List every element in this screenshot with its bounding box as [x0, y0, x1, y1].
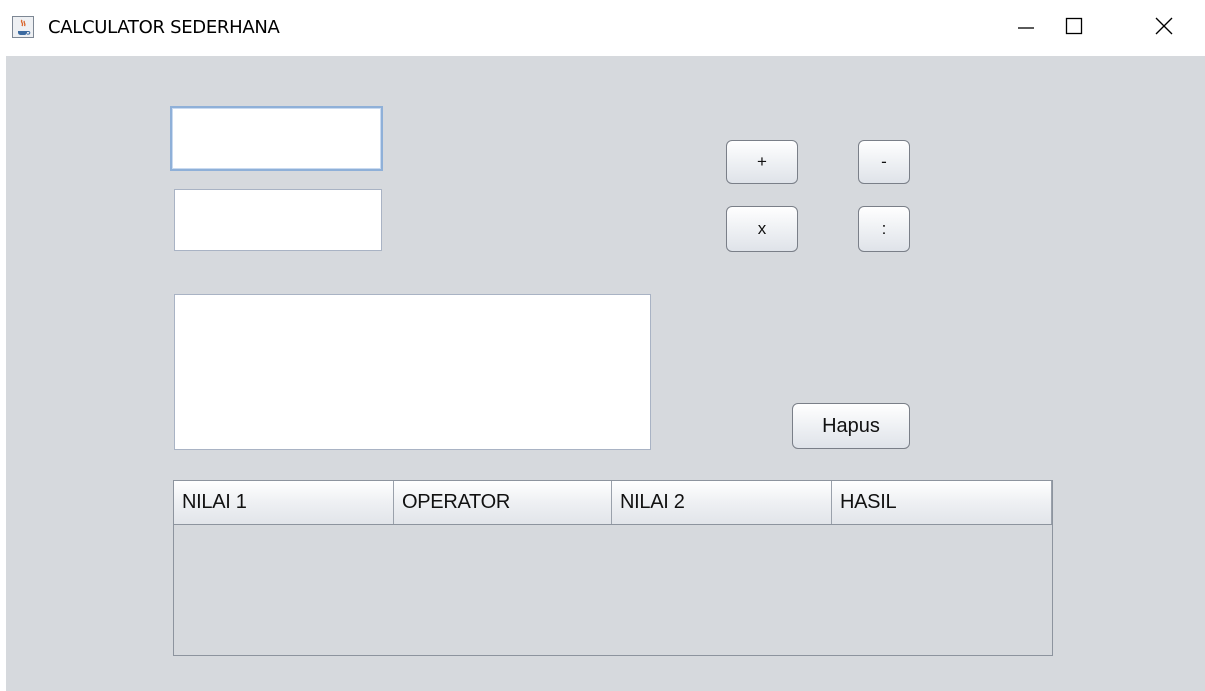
column-header-nilai1[interactable]: NILAI 1 — [174, 481, 394, 524]
table-header: NILAI 1 OPERATOR NILAI 2 HASIL — [174, 481, 1052, 525]
subtract-button[interactable]: - — [858, 140, 910, 184]
content-panel: + - x : Hapus NILAI 1 OPERATOR NILAI 2 H… — [6, 56, 1205, 691]
window-title: CALCULATOR SEDERHANA — [48, 17, 280, 38]
column-header-operator[interactable]: OPERATOR — [394, 481, 612, 524]
multiply-button[interactable]: x — [726, 206, 798, 252]
result-textarea[interactable] — [174, 294, 651, 450]
history-table: NILAI 1 OPERATOR NILAI 2 HASIL — [173, 480, 1053, 656]
maximize-icon — [1064, 16, 1084, 41]
column-header-nilai2[interactable]: NILAI 2 — [612, 481, 832, 524]
app-window: CALCULATOR SEDERHANA + - x : Hapus NILAI… — [0, 0, 1205, 691]
close-icon — [1154, 16, 1174, 41]
add-button[interactable]: + — [726, 140, 798, 184]
divide-button[interactable]: : — [858, 206, 910, 252]
column-header-hasil[interactable]: HASIL — [832, 481, 1052, 524]
minimize-icon — [1016, 16, 1036, 41]
title-bar[interactable]: CALCULATOR SEDERHANA — [0, 0, 1205, 56]
maximize-button[interactable] — [1046, 0, 1102, 56]
close-button[interactable] — [1136, 0, 1192, 56]
nilai1-input[interactable] — [170, 106, 383, 171]
hapus-button[interactable]: Hapus — [792, 403, 910, 449]
java-coffee-icon — [12, 16, 34, 38]
nilai2-input[interactable] — [174, 189, 382, 251]
